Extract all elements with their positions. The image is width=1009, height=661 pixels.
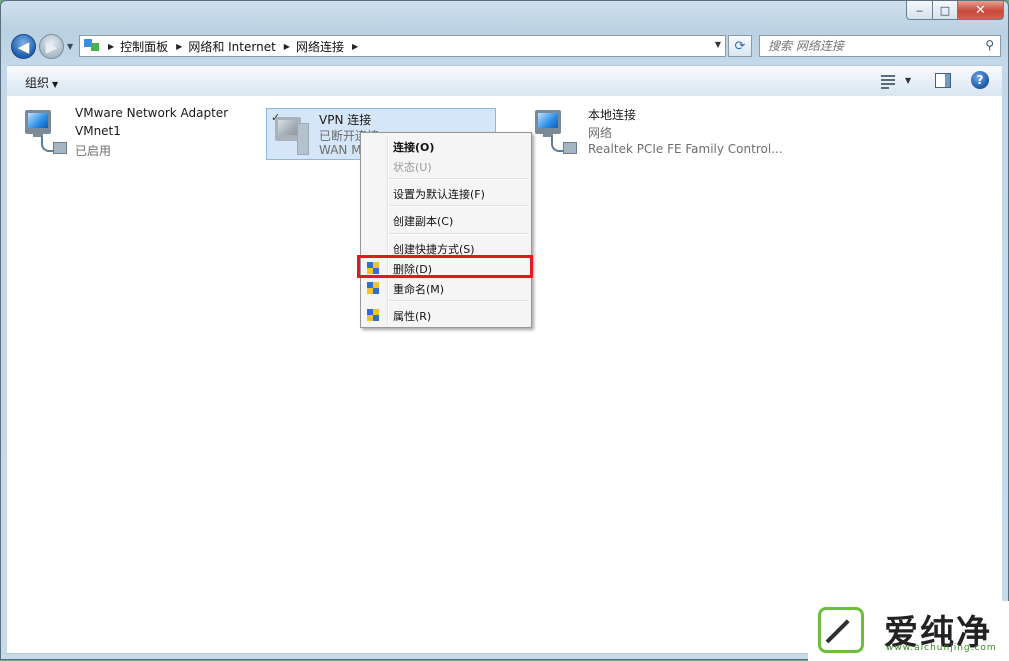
chevron-down-icon: ▼ bbox=[52, 80, 59, 89]
maximize-button[interactable]: □ bbox=[932, 1, 958, 20]
search-input[interactable] bbox=[760, 36, 991, 56]
connection-name: 本地连接 bbox=[588, 108, 637, 122]
connection-local[interactable]: 本地连接 网络 Realtek PCIe FE Family Control..… bbox=[533, 106, 813, 158]
help-icon[interactable]: ? bbox=[971, 71, 989, 89]
watermark-logo-icon bbox=[818, 607, 864, 653]
change-view-icon[interactable] bbox=[879, 73, 899, 89]
search-icon[interactable]: ⚲ bbox=[985, 38, 994, 52]
connection-network: 网络 bbox=[588, 126, 613, 140]
watermark-url: www.aichunjing.com bbox=[886, 643, 997, 653]
connection-vmware[interactable]: VMware Network Adapter VMnet1 已启用 bbox=[23, 106, 253, 158]
breadcrumb-separator-icon[interactable]: ▶ bbox=[176, 42, 182, 51]
caption-buttons: ‒ □ ✕ bbox=[906, 1, 1004, 20]
menu-item-properties[interactable]: 属性(R) bbox=[393, 308, 431, 324]
control-panel-icon bbox=[84, 39, 100, 53]
forward-button[interactable]: ▶ bbox=[39, 34, 64, 59]
address-dropdown-icon[interactable]: ▼ bbox=[715, 40, 721, 49]
connection-status: 已启用 bbox=[75, 144, 112, 158]
connection-name: VMware Network Adapter bbox=[75, 106, 229, 120]
back-button[interactable]: ◀ bbox=[11, 34, 36, 59]
context-menu: 连接(O) 状态(U) 设置为默认连接(F) 创建副本(C) 创建快捷方式(S)… bbox=[360, 132, 532, 328]
breadcrumb-separator-icon[interactable]: ▶ bbox=[284, 42, 290, 51]
menu-item-set-default[interactable]: 设置为默认连接(F) bbox=[393, 186, 485, 202]
connection-detail: VMnet1 bbox=[75, 124, 121, 138]
watermark: 爱纯净 www.aichunjing.com bbox=[808, 601, 1009, 661]
network-adapter-icon bbox=[23, 106, 67, 154]
organize-button[interactable]: 组织 ▼ bbox=[25, 74, 58, 91]
network-adapter-icon bbox=[533, 106, 577, 154]
view-options-dropdown-icon[interactable]: ▼ bbox=[905, 76, 911, 85]
menu-item-rename[interactable]: 重命名(M) bbox=[393, 281, 444, 297]
uac-shield-icon bbox=[367, 282, 379, 295]
uac-shield-icon bbox=[367, 309, 379, 322]
menu-item-status[interactable]: 状态(U) bbox=[393, 159, 432, 175]
menu-separator bbox=[389, 205, 528, 207]
menu-item-connect[interactable]: 连接(O) bbox=[393, 139, 434, 155]
menu-separator bbox=[389, 233, 528, 235]
organize-label: 组织 bbox=[25, 76, 50, 90]
command-bar: 组织 ▼ ▼ ? bbox=[7, 65, 1002, 97]
close-button[interactable]: ✕ bbox=[958, 1, 1004, 20]
breadcrumb-network-internet[interactable]: 网络和 Internet bbox=[188, 38, 275, 55]
search-box[interactable]: ⚲ bbox=[759, 35, 1001, 57]
preview-pane-icon[interactable] bbox=[935, 73, 951, 88]
menu-separator bbox=[389, 300, 528, 302]
connection-device: Realtek PCIe FE Family Control... bbox=[588, 142, 783, 156]
vpn-icon bbox=[273, 113, 309, 155]
refresh-icon: ⟳ bbox=[734, 38, 746, 54]
annotation-highlight-box bbox=[357, 255, 533, 278]
recent-pages-dropdown-icon[interactable]: ▼ bbox=[67, 42, 73, 51]
refresh-button[interactable]: ⟳ bbox=[728, 35, 752, 57]
menu-separator bbox=[389, 178, 528, 180]
explorer-window: ‒ □ ✕ ◀ ▶ ▼ ▶ 控制面板 ▶ 网络和 Internet ▶ 网络连接… bbox=[0, 0, 1009, 661]
breadcrumb-separator-icon[interactable]: ▶ bbox=[108, 42, 114, 51]
address-bar[interactable]: ▶ 控制面板 ▶ 网络和 Internet ▶ 网络连接 ▶ ▼ bbox=[79, 35, 726, 57]
breadcrumb-separator-icon[interactable]: ▶ bbox=[352, 42, 358, 51]
minimize-button[interactable]: ‒ bbox=[906, 1, 932, 20]
menu-item-create-copy[interactable]: 创建副本(C) bbox=[393, 213, 453, 229]
breadcrumb-network-connections[interactable]: 网络连接 bbox=[296, 38, 344, 55]
breadcrumb-control-panel[interactable]: 控制面板 bbox=[120, 38, 168, 55]
connection-name: VPN 连接 bbox=[319, 113, 372, 127]
